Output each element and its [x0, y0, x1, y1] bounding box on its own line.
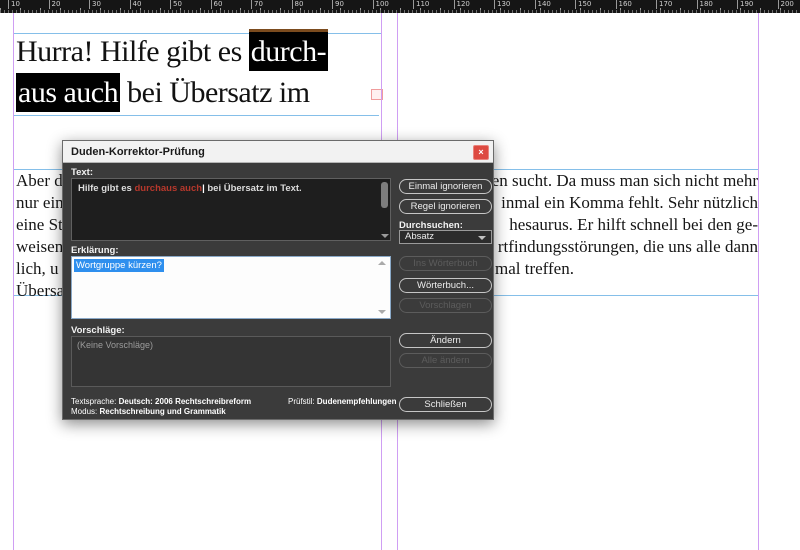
- suggest-button: Vorschlagen: [399, 298, 492, 313]
- dictionary-button[interactable]: Wörterbuch...: [399, 278, 492, 293]
- body-text-line-left: weisen: [16, 237, 63, 257]
- body-text-line-right: inmal ein Komma fehlt. Sehr nützlich: [501, 193, 758, 213]
- body-text-line-left: Aber d: [16, 171, 63, 191]
- ruler-label: 200: [778, 0, 794, 9]
- body-text-line-right: rtfindungsstörungen, die uns alle dann: [498, 237, 758, 257]
- ruler-label: 90: [332, 0, 344, 9]
- ruler-label: 40: [130, 0, 142, 9]
- ruler-label: 80: [292, 0, 304, 9]
- headline-text: bei Übersatz im: [120, 76, 309, 109]
- headline-line-2: aus auch bei Übersatz im: [16, 72, 328, 113]
- scroll-down-icon[interactable]: [378, 310, 386, 314]
- ruler-label: 130: [494, 0, 510, 9]
- text-plain: Hilfe gibt es: [78, 183, 134, 194]
- duden-korrektor-dialog: Duden-Korrektor-Prüfung × Text: Hilfe gi…: [62, 140, 494, 420]
- ruler-label: 140: [535, 0, 551, 9]
- ruler-label: 30: [89, 0, 101, 9]
- body-text-line-left: Übersa: [16, 281, 64, 301]
- status-checkstyle: Prüfstil: Dudenempfehlungen: [288, 397, 396, 406]
- add-to-dictionary-button: Ins Wörterbuch: [399, 256, 492, 271]
- headline-frame-bottom-edge: [13, 115, 379, 116]
- ruler-label: 50: [170, 0, 182, 9]
- ruler-label: 110: [413, 0, 429, 9]
- close-button[interactable]: Schließen: [399, 397, 492, 412]
- ruler-label: 160: [616, 0, 632, 9]
- ruler-label: 60: [211, 0, 223, 9]
- ruler-label: 70: [251, 0, 263, 9]
- scroll-down-icon[interactable]: [381, 234, 389, 238]
- ruler-label: 100: [373, 0, 389, 9]
- body-text-line-right: mal treffen.: [495, 259, 574, 279]
- body-text-line-left: lich, u: [16, 259, 59, 279]
- guide-vertical[interactable]: [758, 13, 759, 550]
- text-plain: bei Übersatz im Text.: [205, 183, 302, 194]
- ruler-label: 10: [8, 0, 20, 9]
- scroll-up-icon[interactable]: [378, 261, 386, 265]
- status-language: Textsprache: Deutsch: 2006 Rechtschreibr…: [71, 397, 251, 406]
- text-field-label: Text:: [71, 167, 93, 178]
- body-text-line-left: nur ein: [16, 193, 64, 213]
- ruler-label: 170: [656, 0, 672, 9]
- headline-text-frame[interactable]: Hurra! Hilfe gibt es durch- aus auch bei…: [16, 31, 328, 113]
- headline-text: Hurra! Hilfe gibt es: [16, 35, 249, 68]
- explanation-field[interactable]: Wortgruppe kürzen?: [71, 256, 391, 319]
- text-field[interactable]: Hilfe gibt es durchaus auch| bei Übersat…: [71, 178, 391, 241]
- chevron-down-icon: [478, 236, 486, 240]
- status-checkstyle-value: Dudenempfehlungen: [317, 397, 397, 406]
- dialog-titlebar[interactable]: Duden-Korrektor-Prüfung ×: [63, 141, 493, 163]
- dialog-title: Duden-Korrektor-Prüfung: [71, 146, 205, 158]
- text-field-content: Hilfe gibt es durchaus auch| bei Übersat…: [78, 183, 376, 194]
- explanation-label: Erklärung:: [71, 245, 119, 256]
- status-checkstyle-label: Prüfstil:: [288, 397, 315, 406]
- ignore-once-button[interactable]: Einmal ignorieren: [399, 179, 492, 194]
- ruler-label: 120: [454, 0, 470, 9]
- search-scope-value: Absatz: [405, 231, 434, 242]
- headline-line-1: Hurra! Hilfe gibt es durch-: [16, 31, 328, 72]
- status-language-label: Textsprache:: [71, 397, 116, 406]
- status-mode: Modus: Rechtschreibung und Grammatik: [71, 407, 226, 416]
- headline-highlight-durch: durch-: [249, 29, 328, 71]
- ruler-label: 190: [737, 0, 753, 9]
- suggestions-empty-text: (Keine Vorschläge): [77, 340, 153, 350]
- guide-vertical[interactable]: [13, 13, 14, 550]
- text-error-highlight: durchaus auch: [134, 183, 202, 194]
- explanation-selected-text: Wortgruppe kürzen?: [74, 259, 164, 272]
- change-button[interactable]: Ändern: [399, 333, 492, 348]
- horizontal-ruler[interactable]: 10 20 30 40 50 60 70 80 90 100 110 120 130 140 150 160 1…: [0, 0, 800, 13]
- status-language-value: Deutsch: 2006 Rechtschreibreform: [119, 397, 252, 406]
- status-mode-label: Modus:: [71, 407, 97, 416]
- headline-highlight-aus-auch: aus auch: [16, 73, 120, 112]
- status-mode-value: Rechtschreibung und Grammatik: [99, 407, 225, 416]
- scrollbar-thumb[interactable]: [381, 182, 388, 208]
- close-icon[interactable]: ×: [473, 145, 489, 160]
- ruler-label: 20: [49, 0, 61, 9]
- ruler-label: 150: [575, 0, 591, 9]
- text-field-scrollbar[interactable]: [380, 180, 389, 239]
- body-text-line-right: hesaurus. Er hilft schnell bei den ge-: [509, 215, 758, 235]
- ruler-label: 180: [697, 0, 713, 9]
- body-text-line-right: en sucht. Da muss man sich nicht mehr: [492, 171, 758, 191]
- suggestions-label: Vorschläge:: [71, 325, 125, 336]
- suggestions-list[interactable]: (Keine Vorschläge): [71, 336, 391, 387]
- change-all-button: Alle ändern: [399, 353, 492, 368]
- search-scope-dropdown[interactable]: Absatz: [399, 230, 492, 244]
- ignore-rule-button[interactable]: Regel ignorieren: [399, 199, 492, 214]
- body-text-line-left: eine St: [16, 215, 63, 235]
